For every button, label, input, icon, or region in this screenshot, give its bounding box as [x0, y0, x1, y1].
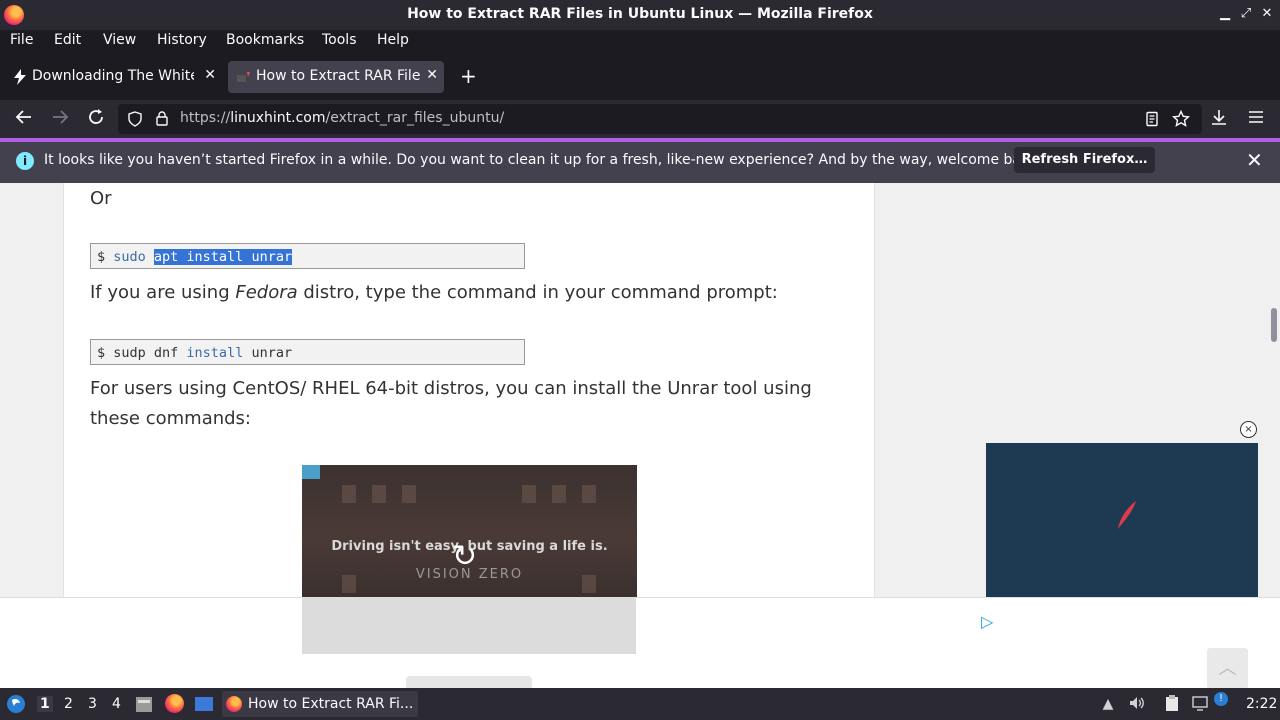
refresh-firefox-button[interactable]: Refresh Firefox… [1014, 147, 1155, 173]
workspace-1[interactable]: 1 [37, 696, 53, 712]
tab-label: How to Extract RAR Files [256, 68, 420, 84]
maximize-button[interactable]: ⤢ [1237, 4, 1255, 24]
lock-icon[interactable] [154, 110, 170, 127]
page-scrollbar[interactable] [1268, 183, 1280, 688]
download-icon [1212, 110, 1226, 125]
reload-icon [89, 109, 103, 124]
menu-edit[interactable]: Edit [54, 32, 81, 48]
bottom-ad-banner[interactable]: ▷ ︿ [0, 597, 1280, 690]
file-manager-icon[interactable] [135, 694, 153, 714]
tab-downloading[interactable]: Downloading The White H ✕ [4, 61, 222, 93]
scrollbar-thumb[interactable] [1271, 308, 1277, 342]
downloads-button[interactable] [1208, 108, 1230, 130]
notification-badge-icon[interactable]: ! [1214, 692, 1228, 706]
workspace-2[interactable]: 2 [64, 696, 73, 712]
linuxhint-favicon-icon [237, 72, 250, 82]
workspace-3[interactable]: 3 [88, 696, 97, 712]
menu-tools[interactable]: Tools [322, 32, 357, 48]
tab-label: Downloading The White H [32, 68, 194, 84]
minimize-button[interactable]: ▁ [1216, 4, 1234, 24]
reader-view-icon[interactable] [1144, 111, 1160, 127]
notification-bar: i It looks like you haven’t started Fire… [0, 138, 1280, 183]
close-tab-icon[interactable]: ✕ [204, 67, 216, 83]
paragraph-fedora: If you are using Fedora distro, type the… [90, 282, 778, 303]
taskbar-firefox-window[interactable]: How to Extract RAR Fi... [222, 691, 418, 717]
scroll-to-top-button[interactable]: ︿ [1207, 648, 1248, 689]
replay-icon[interactable]: ↻ [452, 539, 477, 574]
tray-caps-icon[interactable]: ▲ [1098, 694, 1118, 714]
feather-icon [1118, 501, 1136, 529]
reload-button[interactable] [85, 108, 107, 130]
task-label: How to Extract RAR Fi... [248, 696, 414, 712]
menu-file[interactable]: File [10, 32, 33, 48]
hamburger-menu-icon [1249, 111, 1263, 123]
close-window-button[interactable]: ✕ [1258, 4, 1276, 24]
workspace-4[interactable]: 4 [112, 696, 121, 712]
arrow-left-icon [15, 110, 31, 124]
code-block-dnf[interactable]: $ sudp dnf install unrar [90, 339, 525, 365]
network-icon[interactable] [1190, 694, 1210, 714]
tab-extract-rar[interactable]: How to Extract RAR Files ✕ [228, 61, 444, 93]
close-tab-icon[interactable]: ✕ [426, 67, 438, 83]
window-titlebar: How to Extract RAR Files in Ubuntu Linux… [0, 0, 1280, 30]
sidebar-ad[interactable]: × [986, 421, 1258, 603]
paragraph-or: Or [90, 188, 112, 209]
selected-text: apt install unrar [153, 249, 293, 265]
clock: 2:22 [1246, 696, 1278, 712]
url-text[interactable]: https://linuxhint.com/extract_rar_files_… [180, 110, 504, 126]
url-bar[interactable]: https://linuxhint.com/extract_rar_files_… [118, 104, 1202, 134]
window-title: How to Extract RAR Files in Ubuntu Linux… [407, 6, 873, 22]
bookmark-star-icon[interactable] [1172, 110, 1190, 128]
arrow-right-icon [53, 110, 69, 124]
menu-bar: File Edit View History Bookmarks Tools H… [0, 30, 1280, 54]
menu-help[interactable]: Help [377, 32, 409, 48]
nav-bar: https://linuxhint.com/extract_rar_files_… [0, 100, 1280, 138]
back-button[interactable] [13, 108, 35, 130]
taskbar: 1 2 3 4 How to Extract RAR Fi... ▲ ! 2:2… [0, 688, 1280, 720]
tab-bar: Downloading The White H ✕ How to Extract… [0, 54, 1280, 100]
firefox-launcher-icon[interactable] [165, 694, 184, 713]
volume-icon[interactable] [1127, 694, 1147, 714]
menu-history[interactable]: History [157, 32, 207, 48]
app-menu-button[interactable] [1245, 108, 1267, 130]
forward-button[interactable] [49, 108, 71, 130]
firefox-task-icon [226, 696, 242, 712]
info-icon: i [16, 152, 34, 170]
clipboard-icon[interactable] [1162, 694, 1182, 714]
shield-icon[interactable] [127, 111, 143, 127]
code-block-apt[interactable]: $ sudo apt install unrar [90, 243, 525, 269]
close-notification-icon[interactable]: ✕ [1246, 148, 1263, 172]
adchoices-play-icon[interactable]: ▷ [981, 612, 993, 631]
menu-view[interactable]: View [103, 32, 136, 48]
video-lower-panel [302, 598, 636, 654]
lightning-icon [14, 69, 26, 85]
paragraph-centos: For users using CentOS/ RHEL 64-bit dist… [90, 378, 812, 429]
menu-bookmarks[interactable]: Bookmarks [226, 32, 304, 48]
new-tab-button[interactable]: + [460, 64, 477, 88]
ad-badge-icon [302, 465, 320, 479]
notification-message: It looks like you haven’t started Firefo… [44, 152, 1043, 168]
start-menu-icon[interactable] [6, 694, 26, 714]
desktop-icon[interactable] [194, 694, 214, 714]
close-ad-icon[interactable]: × [1240, 421, 1257, 438]
